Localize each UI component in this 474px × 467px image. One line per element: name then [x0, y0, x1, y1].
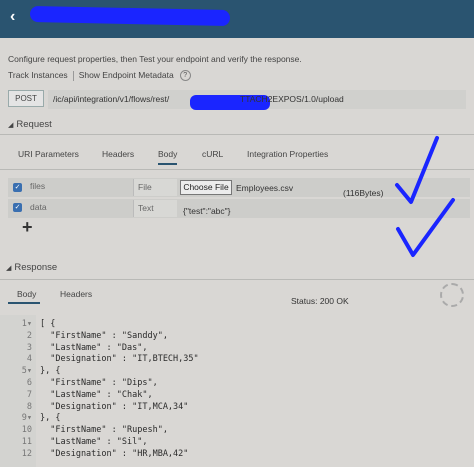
line-number: 12 [21, 448, 32, 459]
checkmark-annotation [395, 136, 439, 204]
active-tab-underline [8, 302, 40, 304]
line-number: 1▾ [21, 319, 32, 329]
loading-spinner-icon [440, 283, 464, 307]
code-text: }, { [40, 413, 61, 424]
code-text: "FirstName" : "Dips", [40, 378, 158, 388]
code-text: [ { [40, 319, 56, 329]
code-text: "Designation" : "HR,MBA,42" [40, 448, 189, 459]
collapse-triangle-icon: ◢ [6, 265, 12, 272]
code-text: "FirstName" : "Rupesh", [40, 425, 168, 436]
code-text: "Designation" : "IT,MCA,34" [40, 401, 189, 412]
code-text: "LastName" : "Das", [40, 342, 148, 353]
tab-response-body[interactable]: Body [17, 289, 36, 299]
line-number: 2 [26, 330, 32, 341]
line-number: 8 [26, 401, 32, 412]
response-code-editor[interactable]: 1▾ [ { 2 "FirstName" : "Sanddy", 3 "LastNam… [0, 315, 474, 467]
code-text: }, { [40, 366, 61, 377]
checkmark-annotation [396, 198, 455, 257]
line-number: 10 [21, 425, 32, 436]
divider [0, 279, 474, 280]
response-section-header[interactable]: ◢ Response [6, 262, 57, 273]
tab-response-headers[interactable]: Headers [60, 289, 92, 299]
line-number: 5▾ [21, 366, 32, 377]
line-number: 4 [26, 354, 32, 365]
line-number: 3 [26, 342, 32, 353]
line-number: 9▾ [21, 413, 32, 424]
code-text: "FirstName" : "Sanddy", [40, 330, 168, 341]
response-title: Response [14, 262, 58, 273]
code-text: "LastName" : "Chak", [40, 389, 153, 400]
line-number: 6 [26, 378, 32, 388]
response-status: Status: 200 OK [291, 296, 349, 306]
line-number: 7 [26, 389, 32, 400]
code-text: "Designation" : "IT,BTECH,35" [40, 354, 199, 365]
line-number: 11 [21, 437, 32, 447]
code-text: "LastName" : "Sil", [40, 437, 148, 447]
